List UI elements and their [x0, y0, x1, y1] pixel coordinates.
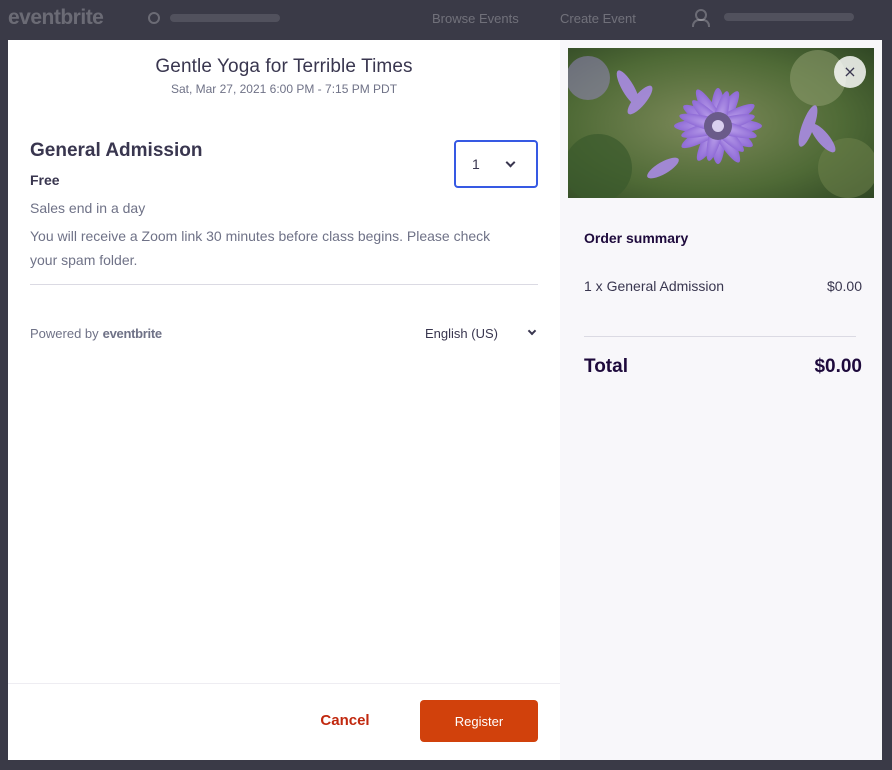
background-nav-browse: Browse Events [432, 11, 519, 26]
powered-by-label: Powered by [30, 326, 99, 341]
language-select[interactable]: English (US) [425, 326, 537, 341]
order-summary-title: Order summary [584, 230, 689, 246]
checkout-modal: Gentle Yoga for Terrible Times Sat, Mar … [8, 40, 882, 760]
ticket-description: You will receive a Zoom link 30 minutes … [30, 228, 491, 268]
eventbrite-logo: eventbrite [102, 326, 162, 341]
background-nav-create: Create Event [560, 11, 636, 26]
event-image: × [568, 48, 874, 198]
search-icon [148, 12, 160, 24]
ticket-divider [30, 284, 538, 285]
order-side-panel: × Order summary 1 x General Admission $0… [560, 40, 882, 760]
order-summary: Order summary 1 x General Admission $0.0… [574, 208, 868, 390]
summary-divider [584, 336, 856, 337]
quantity-select[interactable]: 1 [454, 140, 538, 188]
chevron-down-icon [505, 157, 516, 168]
total-label: Total [584, 356, 628, 377]
footer-divider [8, 683, 560, 684]
ticket-name: General Admission [30, 140, 203, 161]
close-button[interactable]: × [834, 56, 866, 88]
line-item-label: 1 x General Admission [584, 278, 725, 294]
checkout-main-panel: Gentle Yoga for Terrible Times Sat, Mar … [8, 40, 560, 760]
cancel-button[interactable]: Cancel [288, 695, 402, 745]
ticket-section: General Admission Free Sales end in a da… [30, 132, 538, 366]
powered-by: Powered by eventbrite [30, 326, 162, 341]
language-label: English (US) [425, 326, 498, 341]
background-user [692, 9, 854, 27]
background-site-header: eventbrite Browse Events Create Event [0, 0, 892, 40]
purple-flower-image [568, 48, 874, 198]
event-title: Gentle Yoga for Terrible Times [155, 56, 413, 77]
line-item-price: $0.00 [826, 278, 862, 294]
event-header: Gentle Yoga for Terrible Times Sat, Mar … [18, 46, 550, 106]
background-search [148, 10, 298, 26]
chevron-down-icon [527, 326, 537, 336]
quantity-value: 1 [472, 156, 480, 172]
ticket-sales-end: Sales end in a day [30, 200, 146, 216]
ticket-price: Free [30, 172, 60, 188]
background-logo: eventbrite [8, 6, 104, 29]
total-value: $0.00 [814, 356, 862, 377]
register-button[interactable]: Register [420, 700, 538, 742]
user-icon [692, 9, 710, 27]
event-datetime: Sat, Mar 27, 2021 6:00 PM - 7:15 PM PDT [170, 82, 398, 96]
